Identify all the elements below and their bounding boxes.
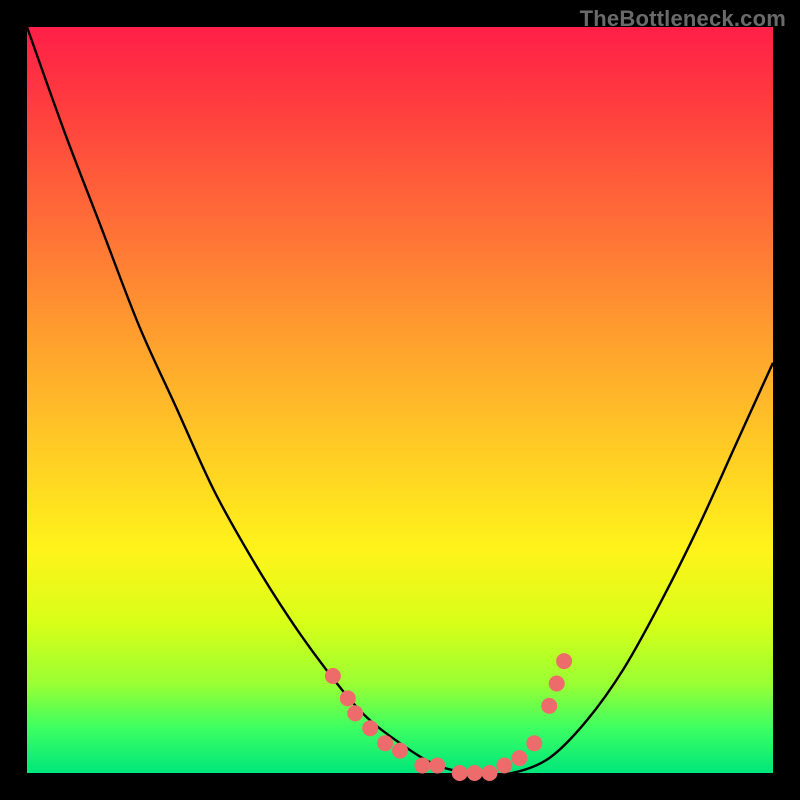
curve-marker	[496, 758, 512, 774]
curve-marker	[556, 653, 572, 669]
curve-marker	[549, 676, 565, 692]
curve-marker	[482, 765, 498, 781]
curve-marker	[511, 750, 527, 766]
bottleneck-curve	[27, 27, 773, 773]
curve-marker	[429, 758, 445, 774]
curve-path	[27, 27, 773, 774]
marker-group	[325, 653, 572, 781]
chart-frame: TheBottleneck.com	[0, 0, 800, 800]
plot-area	[27, 27, 773, 773]
curve-marker	[452, 765, 468, 781]
curve-marker	[377, 735, 393, 751]
curve-marker	[414, 758, 430, 774]
curve-marker	[541, 698, 557, 714]
curve-marker	[325, 668, 341, 684]
watermark-text: TheBottleneck.com	[580, 6, 786, 32]
curve-marker	[467, 765, 483, 781]
curve-marker	[340, 690, 356, 706]
curve-marker	[362, 720, 378, 736]
curve-marker	[347, 705, 363, 721]
curve-marker	[392, 743, 408, 759]
curve-marker	[526, 735, 542, 751]
